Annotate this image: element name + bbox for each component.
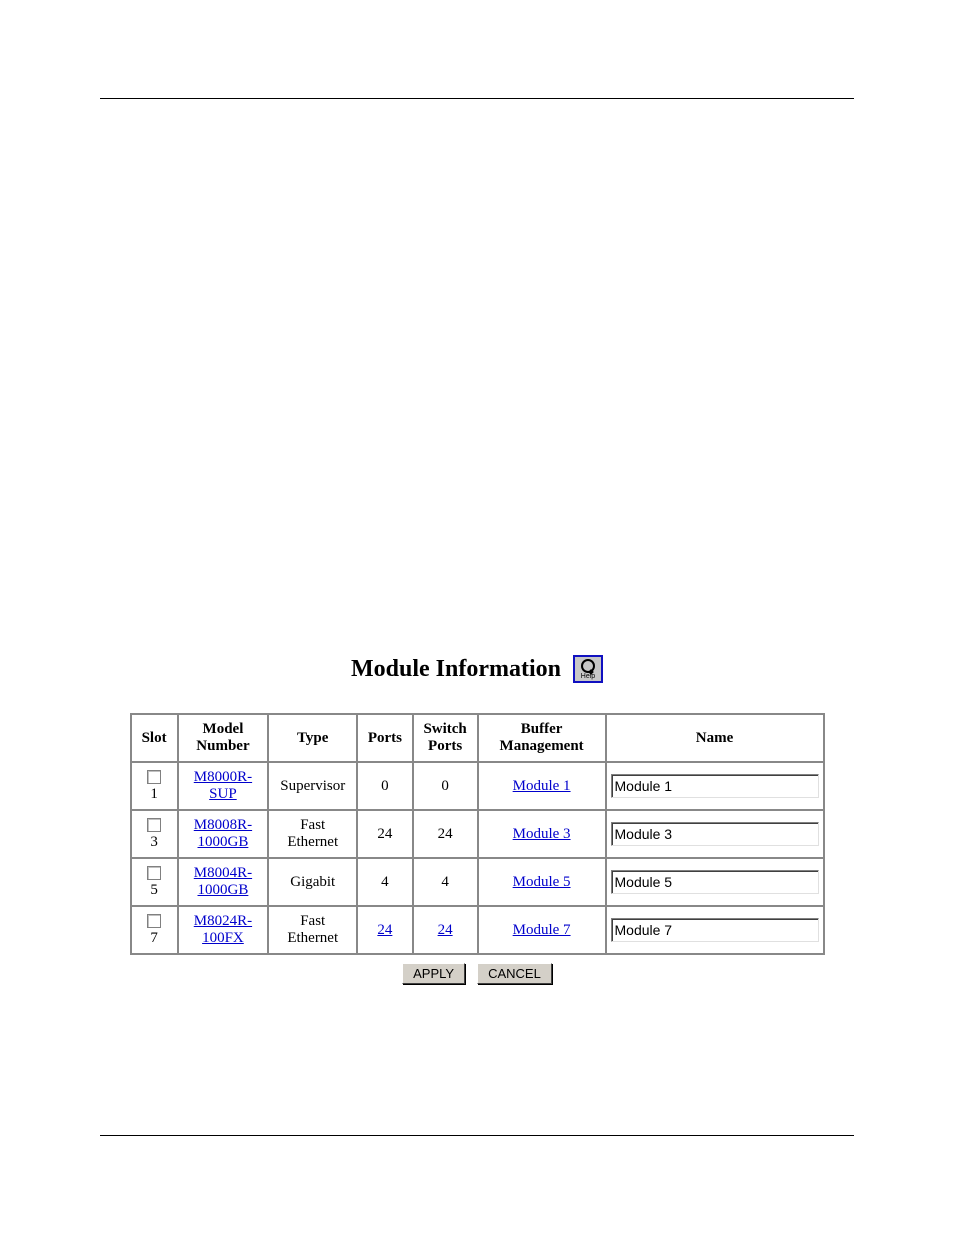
header-model-number: Model Number bbox=[179, 715, 268, 761]
cell-ports: 4 bbox=[358, 859, 411, 905]
cell-type: Gigabit bbox=[269, 859, 356, 905]
button-row: APPLY CANCEL bbox=[130, 963, 825, 984]
slot-number: 1 bbox=[150, 786, 158, 803]
cell-name bbox=[607, 763, 823, 809]
cell-ports: 24 bbox=[358, 907, 411, 953]
header-type: Type bbox=[269, 715, 356, 761]
cell-slot: 1 bbox=[132, 763, 177, 809]
table-row: 1M8000R-SUPSupervisor00Module 1 bbox=[132, 763, 823, 809]
header-rule bbox=[100, 98, 854, 99]
help-icon bbox=[581, 659, 595, 673]
cell-name bbox=[607, 907, 823, 953]
buffer-link[interactable]: Module 5 bbox=[513, 874, 571, 890]
name-input[interactable] bbox=[611, 774, 819, 798]
table-body: 1M8000R-SUPSupervisor00Module 13M8008R-1… bbox=[132, 763, 823, 953]
cell-model-number: M8000R-SUP bbox=[179, 763, 268, 809]
cell-slot: 5 bbox=[132, 859, 177, 905]
content-area: Module Information Help Slot Model Numbe… bbox=[0, 655, 954, 984]
cell-switch-ports: 24 bbox=[414, 907, 477, 953]
cell-type: Fast Ethernet bbox=[269, 907, 356, 953]
cell-model-number: M8008R-1000GB bbox=[179, 811, 268, 857]
module-table: Slot Model Number Type Ports Switch Port… bbox=[130, 713, 825, 955]
slot-checkbox[interactable] bbox=[147, 914, 161, 928]
header-switch-ports: Switch Ports bbox=[414, 715, 477, 761]
cell-ports: 0 bbox=[358, 763, 411, 809]
header-buffer: Buffer Management bbox=[479, 715, 605, 761]
name-input[interactable] bbox=[611, 870, 819, 894]
model-number-link[interactable]: M8000R-SUP bbox=[194, 769, 252, 802]
cell-switch-ports: 24 bbox=[414, 811, 477, 857]
model-number-link[interactable]: M8008R-1000GB bbox=[194, 817, 252, 850]
slot-number: 3 bbox=[150, 834, 158, 851]
title-row: Module Information Help bbox=[351, 655, 603, 683]
name-input[interactable] bbox=[611, 918, 819, 942]
cell-model-number: M8004R-1000GB bbox=[179, 859, 268, 905]
buffer-link[interactable]: Module 3 bbox=[513, 826, 571, 842]
model-number-link[interactable]: M8024R-100FX bbox=[194, 913, 252, 946]
cell-type: Fast Ethernet bbox=[269, 811, 356, 857]
help-label: Help bbox=[581, 673, 595, 680]
cell-slot: 7 bbox=[132, 907, 177, 953]
cell-buffer: Module 3 bbox=[479, 811, 605, 857]
model-number-link[interactable]: M8004R-1000GB bbox=[194, 865, 252, 898]
table-header-row: Slot Model Number Type Ports Switch Port… bbox=[132, 715, 823, 761]
slot-number: 5 bbox=[150, 882, 158, 899]
slot-checkbox[interactable] bbox=[147, 818, 161, 832]
cell-buffer: Module 1 bbox=[479, 763, 605, 809]
name-input[interactable] bbox=[611, 822, 819, 846]
header-name: Name bbox=[607, 715, 823, 761]
header-ports: Ports bbox=[358, 715, 411, 761]
table-row: 7 M8024R-100FX Fast Ethernet 24 24 Module 7 bbox=[132, 907, 823, 953]
ports-link[interactable]: 24 bbox=[377, 922, 392, 938]
cell-name bbox=[607, 859, 823, 905]
module-table-wrap: Slot Model Number Type Ports Switch Port… bbox=[130, 713, 825, 984]
header-slot: Slot bbox=[132, 715, 177, 761]
help-button[interactable]: Help bbox=[573, 655, 603, 683]
cell-model-number: M8024R-100FX bbox=[179, 907, 268, 953]
slot-checkbox[interactable] bbox=[147, 866, 161, 880]
cell-slot: 3 bbox=[132, 811, 177, 857]
table-row: 3M8008R-1000GBFast Ethernet2424Module 3 bbox=[132, 811, 823, 857]
slot-number: 7 bbox=[150, 930, 158, 947]
cell-buffer: Module 7 bbox=[479, 907, 605, 953]
cell-buffer: Module 5 bbox=[479, 859, 605, 905]
cell-switch-ports: 4 bbox=[414, 859, 477, 905]
table-row: 5M8004R-1000GBGigabit44Module 5 bbox=[132, 859, 823, 905]
footer-rule bbox=[100, 1135, 854, 1136]
cell-type: Supervisor bbox=[269, 763, 356, 809]
slot-checkbox[interactable] bbox=[147, 770, 161, 784]
cell-name bbox=[607, 811, 823, 857]
switch-ports-link[interactable]: 24 bbox=[438, 922, 453, 938]
cell-switch-ports: 0 bbox=[414, 763, 477, 809]
page-title: Module Information bbox=[351, 656, 561, 683]
cancel-button[interactable]: CANCEL bbox=[477, 963, 552, 984]
cell-ports: 24 bbox=[358, 811, 411, 857]
page: Module Information Help Slot Model Numbe… bbox=[0, 0, 954, 1235]
apply-button[interactable]: APPLY bbox=[402, 963, 465, 984]
buffer-link[interactable]: Module 1 bbox=[513, 778, 571, 794]
buffer-link[interactable]: Module 7 bbox=[513, 922, 571, 938]
